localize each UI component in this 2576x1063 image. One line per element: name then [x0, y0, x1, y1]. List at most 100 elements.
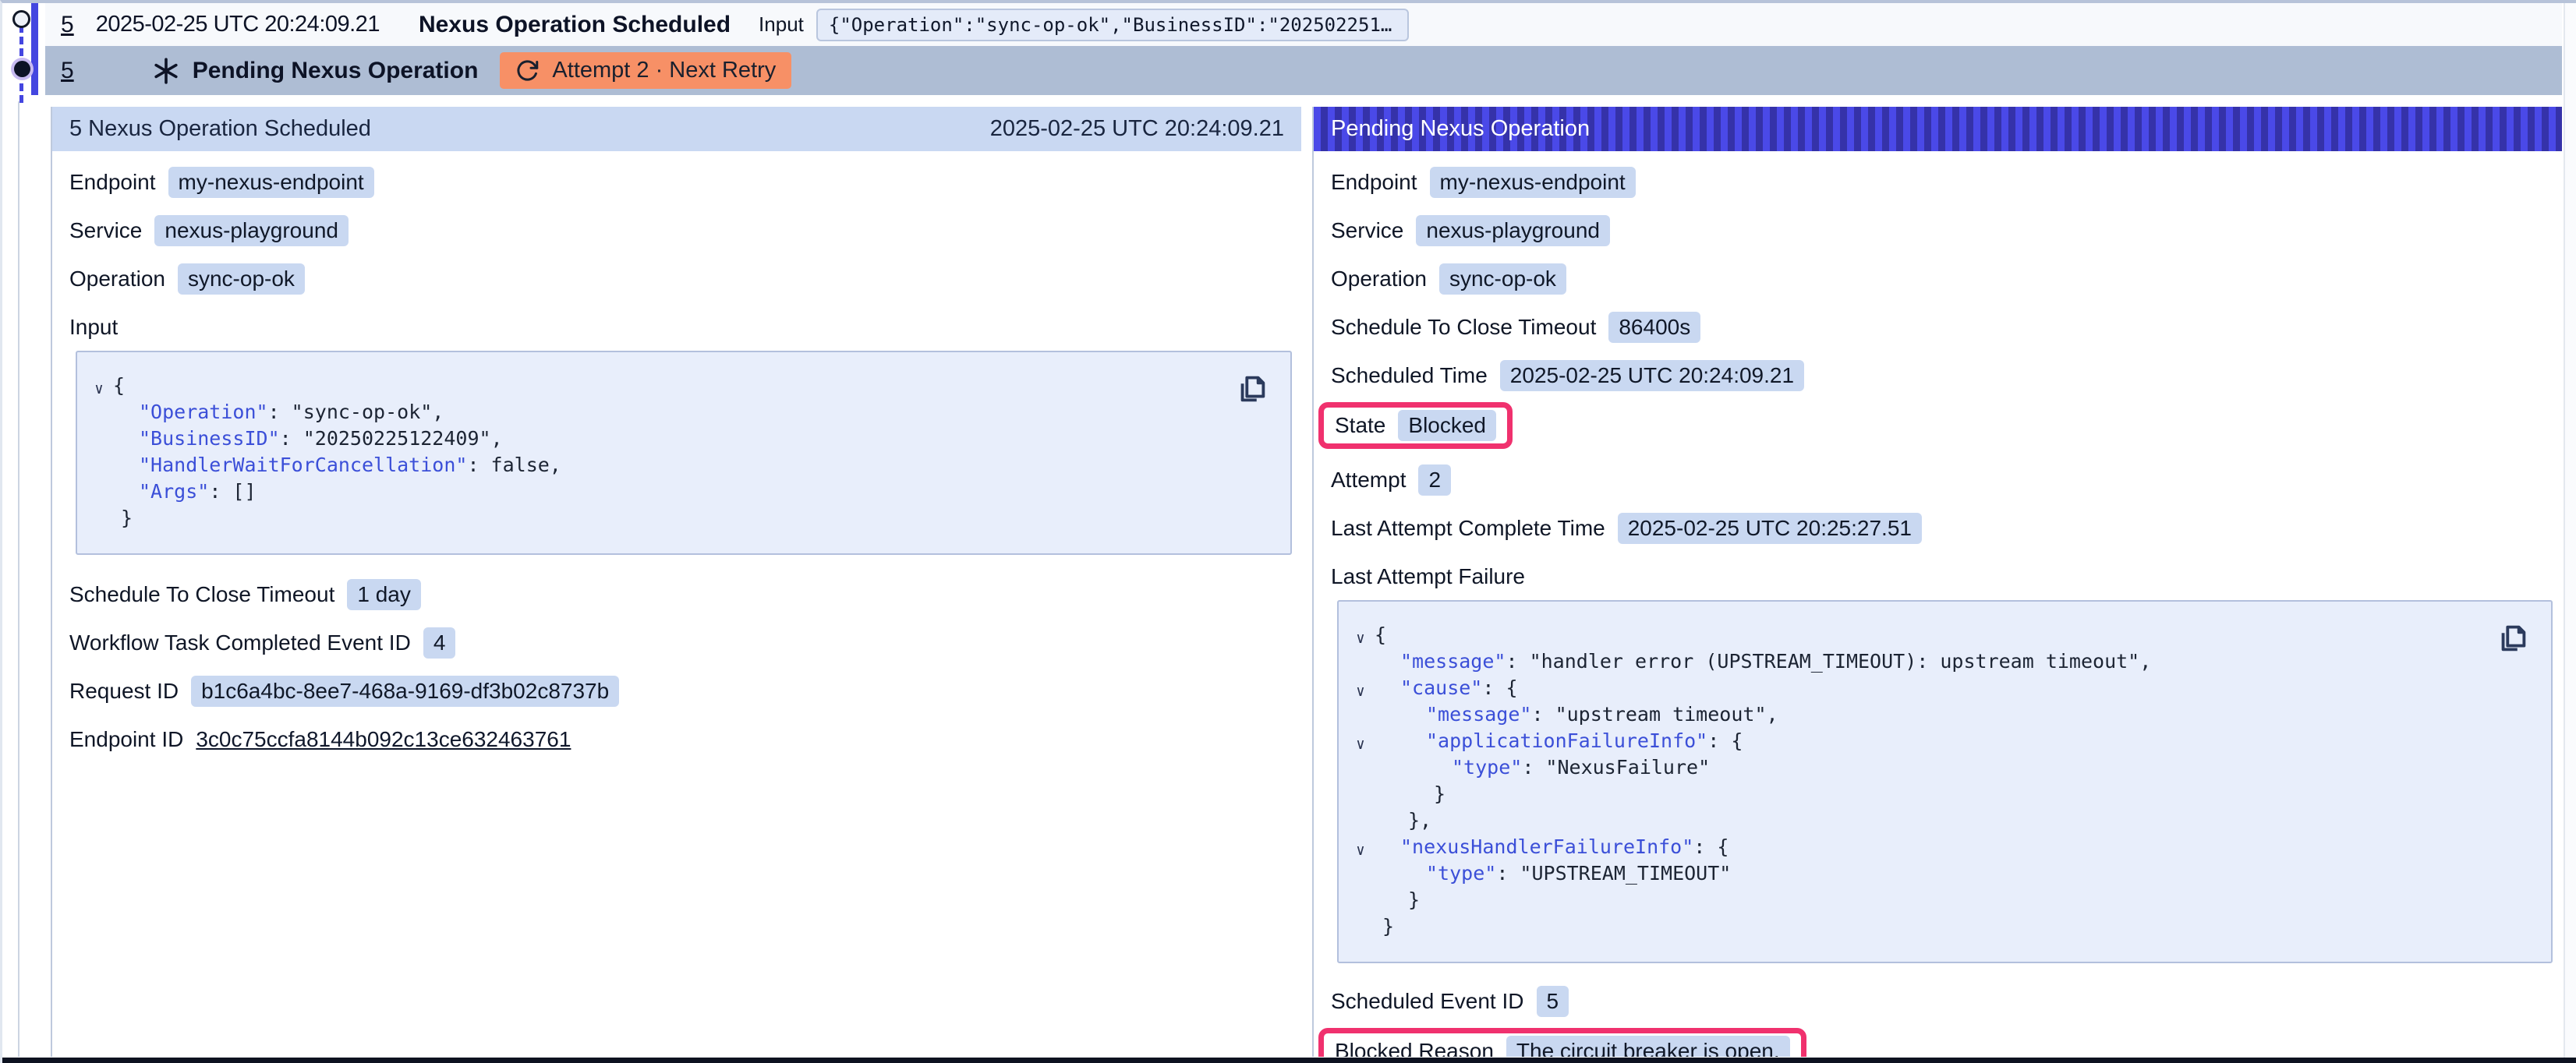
- json-text: }: [1408, 887, 1420, 913]
- temporal-event-history-view: 5 2025-02-25 UTC 20:24:09.21 Nexus Opera…: [0, 0, 2576, 1063]
- json-key: "message": [1426, 701, 1531, 728]
- field-label: Workflow Task Completed Event ID: [69, 630, 411, 655]
- left-panel-timestamp: 2025-02-25 UTC 20:24:09.21: [990, 116, 1284, 142]
- json-text: }: [121, 505, 133, 532]
- code-line: "HandlerWaitForCancellation": false,: [85, 452, 1270, 479]
- state-annotation-highlight: State Blocked: [1318, 402, 1513, 449]
- field-value-chip: 2025-02-25 UTC 20:24:09.21: [1500, 360, 1804, 391]
- field-operation: Operation sync-op-ok: [69, 261, 1301, 296]
- code-line: }: [1346, 887, 2531, 913]
- code-gutter: [1346, 810, 1375, 837]
- field-endpoint: Endpoint my-nexus-endpoint: [1331, 164, 2562, 200]
- last-attempt-failure-label: Last Attempt Failure: [1331, 564, 2562, 589]
- field-value-chip: 86400s: [1608, 312, 1700, 343]
- field-value-chip: 5: [1537, 986, 1569, 1017]
- json-key: "type": [1426, 860, 1496, 887]
- code-gutter: [1346, 784, 1375, 810]
- collapse-chevron-icon[interactable]: ∨: [1346, 678, 1375, 705]
- field-value-chip: sync-op-ok: [178, 263, 305, 295]
- event-detail-panels: 5 Nexus Operation Scheduled 2025-02-25 U…: [51, 107, 2562, 1057]
- vertical-scrollbar[interactable]: [2564, 3, 2576, 1063]
- code-gutter: [1346, 890, 1375, 916]
- field-last-attempt-complete-time: Last Attempt Complete Time 2025-02-25 UT…: [1331, 510, 2562, 546]
- left-panel-header: 5 Nexus Operation Scheduled 2025-02-25 U…: [52, 107, 1301, 151]
- field-value-chip: my-nexus-endpoint: [1430, 167, 1636, 198]
- blocked-reason-value-chip: The circuit breaker is open.: [1506, 1036, 1790, 1057]
- json-text: : "UPSTREAM_TIMEOUT": [1496, 860, 1731, 887]
- code-line: ∨"applicationFailureInfo": {: [1346, 728, 2531, 754]
- collapse-chevron-icon[interactable]: ∨: [1346, 731, 1375, 758]
- field-operation: Operation sync-op-ok: [1331, 261, 2562, 296]
- code-line: ∨{: [1346, 622, 2531, 648]
- input-section-label: Input: [69, 315, 1301, 340]
- copy-icon[interactable]: [1234, 369, 1270, 408]
- pending-asterisk-icon: [152, 57, 180, 85]
- code-gutter: [85, 429, 113, 455]
- event-row-pending-nexus-operation[interactable]: 5 Pending Nexus Operation Attempt 2 · Ne…: [45, 46, 2562, 95]
- code-gutter: [85, 482, 113, 508]
- json-text: : "NexusFailure": [1522, 754, 1710, 781]
- field-scheduled-event-id: Scheduled Event ID 5: [1331, 984, 2562, 1019]
- failure-json-viewer: ∨{"message": "handler error (UPSTREAM_TI…: [1337, 600, 2553, 963]
- code-line: "type": "UPSTREAM_TIMEOUT": [1346, 860, 2531, 887]
- endpoint-id-link[interactable]: 3c0c75ccfa8144b092c13ce632463761: [196, 727, 571, 752]
- timeline-node-open-icon[interactable]: [12, 10, 30, 28]
- event-input-preview-chip: {"Operation":"sync-op-ok","BusinessID":"…: [816, 9, 1409, 41]
- field-label: Scheduled Event ID: [1331, 989, 1524, 1014]
- code-line: ∨"nexusHandlerFailureInfo": {: [1346, 834, 2531, 860]
- code-gutter: [1346, 652, 1375, 678]
- json-text: }: [1434, 781, 1445, 807]
- copy-icon[interactable]: [2495, 619, 2531, 658]
- field-label: Attempt: [1331, 468, 1406, 493]
- blocked-reason-annotation-highlight: Blocked Reason The circuit breaker is op…: [1318, 1028, 1806, 1057]
- code-line: "Args": []: [85, 479, 1270, 505]
- code-line: "message": "upstream timeout",: [1346, 701, 2531, 728]
- field-value-chip: my-nexus-endpoint: [168, 167, 374, 198]
- field-blocked-reason: Blocked Reason The circuit breaker is op…: [1331, 1028, 2562, 1057]
- timeline-selected-indicator-bar: [31, 3, 38, 95]
- event-timestamp: 2025-02-25 UTC 20:24:09.21: [96, 12, 380, 37]
- collapse-chevron-icon[interactable]: ∨: [85, 376, 113, 402]
- json-key: "Args": [139, 479, 209, 505]
- field-value-chip: 2: [1418, 464, 1451, 496]
- panel-nexus-operation-scheduled: 5 Nexus Operation Scheduled 2025-02-25 U…: [51, 107, 1301, 1057]
- json-key: "applicationFailureInfo": [1426, 728, 1707, 754]
- state-value-chip: Blocked: [1398, 410, 1496, 441]
- field-value-chip: nexus-playground: [154, 215, 349, 246]
- field-label: Endpoint: [1331, 170, 1417, 195]
- field-label: Last Attempt Complete Time: [1331, 516, 1605, 541]
- retry-attempt-badge: Attempt 2 · Next Retry: [500, 52, 791, 89]
- field-label: State: [1335, 413, 1385, 438]
- field-scheduled-time: Scheduled Time 2025-02-25 UTC 20:24:09.2…: [1331, 358, 2562, 393]
- json-text: : {: [1693, 834, 1729, 860]
- json-text: {: [1375, 622, 1386, 648]
- code-line: "type": "NexusFailure": [1346, 754, 2531, 781]
- json-key: "HandlerWaitForCancellation": [139, 452, 467, 479]
- json-text: : {: [1482, 675, 1517, 701]
- code-line: "message": "handler error (UPSTREAM_TIME…: [1346, 648, 2531, 675]
- field-label: Endpoint: [69, 170, 156, 195]
- code-gutter: [1346, 916, 1375, 943]
- field-label: Operation: [69, 267, 165, 291]
- json-text: : {: [1707, 728, 1743, 754]
- pending-event-id-link[interactable]: 5: [61, 58, 74, 84]
- event-id-link[interactable]: 5: [61, 12, 74, 38]
- json-key: "type": [1452, 754, 1522, 781]
- field-label: Schedule To Close Timeout: [69, 582, 334, 607]
- code-line: },: [1346, 807, 2531, 834]
- field-schedule-to-close-timeout: Schedule To Close Timeout 1 day: [69, 577, 1301, 612]
- field-value-chip: 1 day: [347, 579, 421, 610]
- collapse-chevron-icon[interactable]: ∨: [1346, 837, 1375, 863]
- pending-event-title: Pending Nexus Operation: [193, 58, 479, 84]
- code-line: }: [1346, 913, 2531, 940]
- window-bottom-edge: [2, 1058, 2576, 1063]
- code-gutter: [1346, 705, 1375, 731]
- collapse-chevron-icon[interactable]: ∨: [1346, 625, 1375, 652]
- code-gutter: [85, 455, 113, 482]
- field-value-chip: 4: [423, 627, 456, 659]
- retry-badge-label: Attempt 2 · Next Retry: [552, 58, 776, 83]
- field-request-id: Request ID b1c6a4bc-8ee7-468a-9169-df3b0…: [69, 673, 1301, 708]
- json-text: },: [1408, 807, 1431, 834]
- event-row-nexus-operation-scheduled[interactable]: 5 2025-02-25 UTC 20:24:09.21 Nexus Opera…: [45, 3, 2562, 46]
- timeline-node-current-icon[interactable]: [14, 61, 30, 77]
